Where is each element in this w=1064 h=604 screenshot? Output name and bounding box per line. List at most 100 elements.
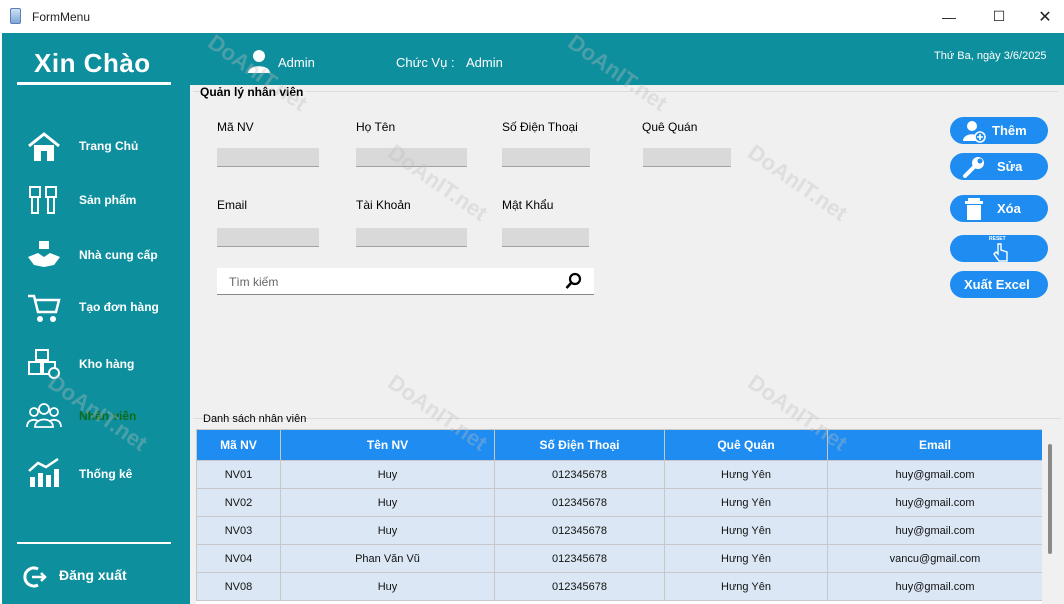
sidebar-item-products[interactable]: Sản phẩm (2, 179, 190, 223)
touch-icon (993, 243, 1008, 262)
table-row[interactable]: NV08 Huy 012345678 Hưng Yên huy@gmail.co… (196, 572, 1042, 601)
add-user-icon (963, 121, 986, 143)
table-cell[interactable]: Hưng Yên (664, 488, 828, 517)
table-cell[interactable]: huy@gmail.com (827, 516, 1042, 545)
sdt-label: Số Điện Thoại (502, 120, 578, 134)
logout-button[interactable]: Đăng xuất (2, 559, 190, 591)
tai-khoan-input[interactable] (356, 228, 467, 247)
table-cell[interactable]: Hưng Yên (664, 516, 828, 545)
employee-table: Mã NV Tên NV Số Điện Thoại Quê Quán Emai… (196, 429, 1042, 601)
table-cell[interactable]: Phan Văn Vũ (280, 544, 495, 573)
chart-icon (28, 457, 59, 487)
sidebar-item-home[interactable]: Trang Chủ (2, 125, 190, 169)
logout-label: Đăng xuất (59, 567, 127, 583)
table-cell[interactable]: Hưng Yên (664, 460, 828, 489)
sidebar-item-suppliers[interactable]: Nhà cung cấp (2, 233, 190, 277)
search-input[interactable] (229, 273, 549, 291)
greeting-title: Xin Chào (34, 48, 151, 78)
table-cell[interactable]: huy@gmail.com (827, 460, 1042, 489)
table-cell[interactable]: 012345678 (494, 544, 665, 573)
table-cell[interactable]: huy@gmail.com (827, 488, 1042, 517)
sidebar-item-label: Kho hàng (79, 357, 135, 371)
reset-button[interactable]: RESET (950, 235, 1048, 262)
table-cell[interactable]: Hưng Yên (664, 572, 828, 601)
add-button-label: Thêm (992, 123, 1027, 138)
sidebar-item-label: Thống kê (79, 467, 133, 481)
minimize-button[interactable]: — (926, 0, 972, 33)
que-quan-label: Quê Quán (642, 120, 698, 134)
table-row[interactable]: NV04 Phan Văn Vũ 012345678 Hưng Yên vanc… (196, 544, 1042, 573)
export-excel-button[interactable]: Xuất Excel (950, 271, 1048, 298)
column-header[interactable]: Tên NV (280, 429, 495, 461)
que-quan-input[interactable] (643, 148, 731, 167)
table-cell[interactable]: 012345678 (494, 460, 665, 489)
sidebar-item-create-order[interactable]: Tạo đơn hàng (2, 286, 190, 330)
table-cell[interactable]: Huy (280, 516, 495, 545)
table-cell[interactable]: 012345678 (494, 572, 665, 601)
table-cell[interactable]: Hưng Yên (664, 544, 828, 573)
handshake-icon (28, 241, 60, 267)
search-icon[interactable] (565, 272, 583, 290)
mat-khau-input[interactable] (502, 228, 589, 247)
column-header[interactable]: Quê Quán (664, 429, 828, 461)
list-title: Danh sách nhân viên (203, 413, 307, 425)
table-cell[interactable]: NV02 (196, 488, 281, 517)
close-button[interactable]: ✕ (1022, 0, 1064, 33)
top-header: Xin Chào Admin Chức Vụ : Admin Thứ Ba, n… (2, 33, 1064, 85)
employee-table-wrap: Mã NV Tên NV Số Điện Thoại Quê Quán Emai… (196, 429, 1042, 604)
column-header[interactable]: Mã NV (196, 429, 281, 461)
add-button[interactable]: Thêm (950, 117, 1048, 144)
tai-khoan-label: Tài Khoản (356, 198, 411, 212)
email-label: Email (217, 198, 248, 212)
user-icon (248, 50, 270, 73)
email-input[interactable] (217, 228, 319, 247)
sidebar-item-label: Nhà cung cấp (79, 248, 158, 262)
delete-button[interactable]: Xóa (950, 195, 1048, 222)
sdt-input[interactable] (502, 148, 590, 167)
ho-ten-input[interactable] (356, 148, 467, 167)
mat-khau-label: Mật Khẩu (502, 198, 554, 212)
sidebar-item-warehouse[interactable]: Kho hàng (2, 342, 190, 386)
edit-button-label: Sửa (997, 159, 1023, 174)
logout-icon (23, 566, 47, 588)
main-content: Quản lý nhân viên Mã NV Họ Tên Số Điện T… (190, 85, 1064, 604)
table-row[interactable]: NV02 Huy 012345678 Hưng Yên huy@gmail.co… (196, 488, 1042, 517)
column-header[interactable]: Số Điện Thoại (494, 429, 665, 461)
table-row[interactable]: NV03 Huy 012345678 Hưng Yên huy@gmail.co… (196, 516, 1042, 545)
table-cell[interactable]: Huy (280, 572, 495, 601)
form-title: Quản lý nhân viên (200, 85, 306, 99)
app-icon (10, 8, 21, 24)
sidebar-item-label: Tạo đơn hàng (79, 300, 159, 314)
edit-button[interactable]: Sửa (950, 153, 1048, 180)
user-name: Admin (278, 55, 315, 70)
ma-nv-label: Mã NV (217, 120, 254, 134)
ho-ten-label: Họ Tên (356, 120, 396, 134)
window-titlebar: FormMenu — ☐ ✕ (0, 0, 1064, 33)
table-cell[interactable]: NV08 (196, 572, 281, 601)
people-icon (26, 403, 62, 428)
table-cell[interactable]: NV04 (196, 544, 281, 573)
wrench-icon (963, 157, 984, 178)
table-cell[interactable]: 012345678 (494, 516, 665, 545)
maximize-button[interactable]: ☐ (976, 0, 1022, 33)
sidebar-item-statistics[interactable]: Thống kê (2, 451, 190, 495)
delete-button-label: Xóa (997, 201, 1021, 216)
table-row[interactable]: NV01 Huy 012345678 Hưng Yên huy@gmail.co… (196, 460, 1042, 489)
table-cell[interactable]: Huy (280, 488, 495, 517)
export-excel-label: Xuất Excel (964, 277, 1030, 292)
sidebar: Trang Chủ Sản phẩm Nhà cung cấp Tạo đơn … (2, 85, 190, 604)
table-scrollbar[interactable] (1042, 429, 1058, 604)
table-cell[interactable]: NV03 (196, 516, 281, 545)
sidebar-item-label: Nhân viên (79, 409, 137, 423)
column-header[interactable]: Email (827, 429, 1042, 461)
table-cell[interactable]: Huy (280, 460, 495, 489)
table-cell[interactable]: 012345678 (494, 488, 665, 517)
table-cell[interactable]: huy@gmail.com (827, 572, 1042, 601)
home-icon (28, 132, 60, 161)
scroll-thumb[interactable] (1048, 444, 1052, 554)
table-cell[interactable]: vancu@gmail.com (827, 544, 1042, 573)
sidebar-item-label: Sản phẩm (79, 193, 137, 207)
ma-nv-input[interactable] (217, 148, 319, 167)
sidebar-item-employees[interactable]: Nhân viên (2, 393, 190, 437)
table-cell[interactable]: NV01 (196, 460, 281, 489)
